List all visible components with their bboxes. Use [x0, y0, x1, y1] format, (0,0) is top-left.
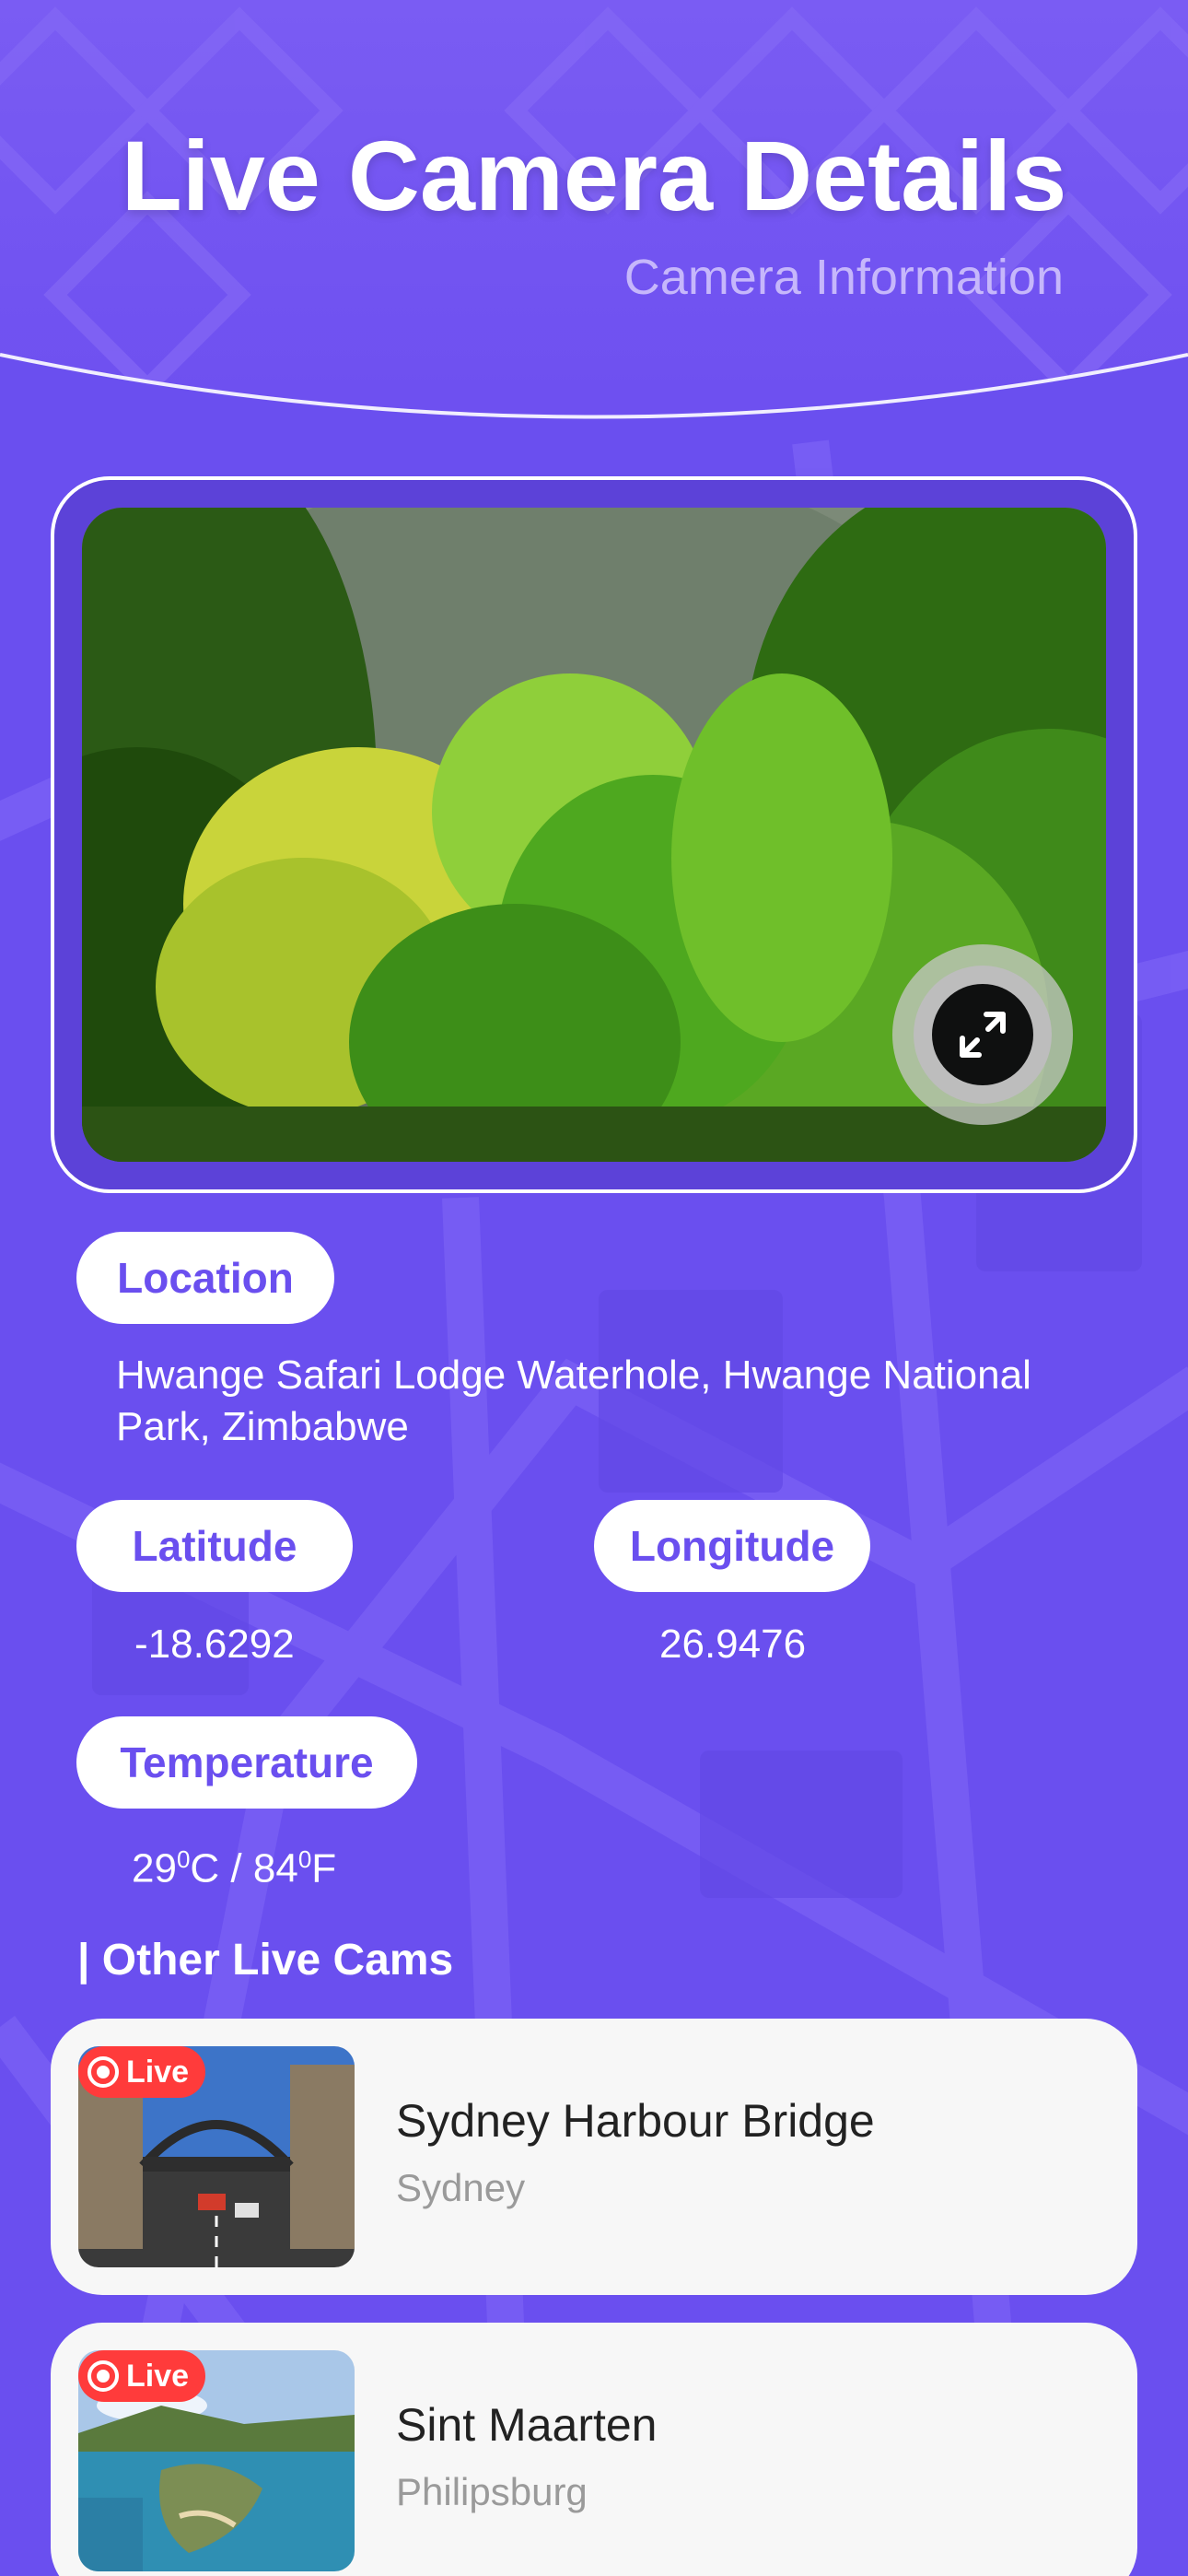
live-cam-card[interactable]: Live Sydney Harbour Bridge Sydney — [51, 2019, 1137, 2295]
fullscreen-button[interactable] — [892, 944, 1073, 1125]
temperature-celsius: 29 — [132, 1845, 177, 1891]
camera-viewer — [51, 476, 1137, 1193]
cam-city: Sydney — [396, 2166, 526, 2209]
expand-icon — [960, 1012, 1006, 1058]
page-title: Live Camera Details — [121, 120, 1067, 231]
cam-name: Sydney Harbour Bridge — [396, 2095, 875, 2147]
location-label: Location — [76, 1232, 334, 1324]
temperature-fahrenheit: 84 — [252, 1845, 298, 1891]
camera-feed[interactable] — [82, 508, 1106, 1162]
page-subtitle: Camera Information — [623, 250, 1064, 305]
temperature-label: Temperature — [76, 1716, 417, 1809]
cam-name: Sint Maarten — [396, 2399, 658, 2451]
other-live-cams-title: | Other Live Cams — [77, 1936, 454, 1985]
latitude-value: -18.6292 — [134, 1622, 295, 1667]
cam-city: Philipsburg — [396, 2470, 588, 2513]
temperature-value: 290C / 840F — [132, 1845, 337, 1891]
live-record-icon — [87, 2360, 119, 2392]
live-record-icon — [87, 2056, 119, 2088]
location-value: Hwange Safari Lodge Waterhole, Hwange Na… — [116, 1352, 1031, 1449]
header: Live Camera Details Camera Information — [0, 0, 1188, 433]
longitude-label: Longitude — [594, 1500, 870, 1592]
longitude-value: 26.9476 — [659, 1622, 807, 1667]
latitude-label: Latitude — [76, 1500, 353, 1592]
live-badge: Live — [78, 2046, 206, 2098]
live-cam-card[interactable]: Live Sint Maarten Philipsburg — [51, 2323, 1137, 2576]
live-badge: Live — [78, 2350, 206, 2402]
